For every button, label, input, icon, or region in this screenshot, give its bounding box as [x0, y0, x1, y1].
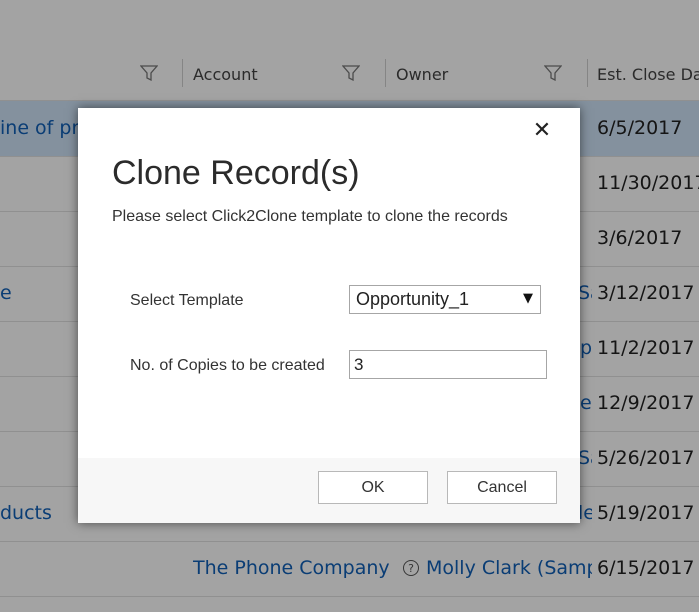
copies-input[interactable] — [349, 350, 547, 379]
dialog-title: Clone Record(s) — [112, 154, 360, 192]
dialog-subtitle: Please select Click2Clone template to cl… — [112, 208, 508, 225]
clone-records-dialog: ✕ Clone Record(s) Please select Click2Cl… — [78, 108, 580, 523]
dialog-footer: OK Cancel — [78, 458, 580, 523]
ok-button[interactable]: OK — [318, 471, 428, 504]
select-template-label: Select Template — [130, 292, 244, 309]
cancel-button[interactable]: Cancel — [447, 471, 557, 504]
dropdown-arrow-icon: ▼ — [523, 291, 533, 306]
copies-label: No. of Copies to be created — [130, 357, 325, 374]
template-select-value: Opportunity_1 — [356, 289, 470, 309]
template-select[interactable]: Opportunity_1 ▼ — [349, 285, 541, 314]
close-icon[interactable]: ✕ — [532, 120, 552, 142]
